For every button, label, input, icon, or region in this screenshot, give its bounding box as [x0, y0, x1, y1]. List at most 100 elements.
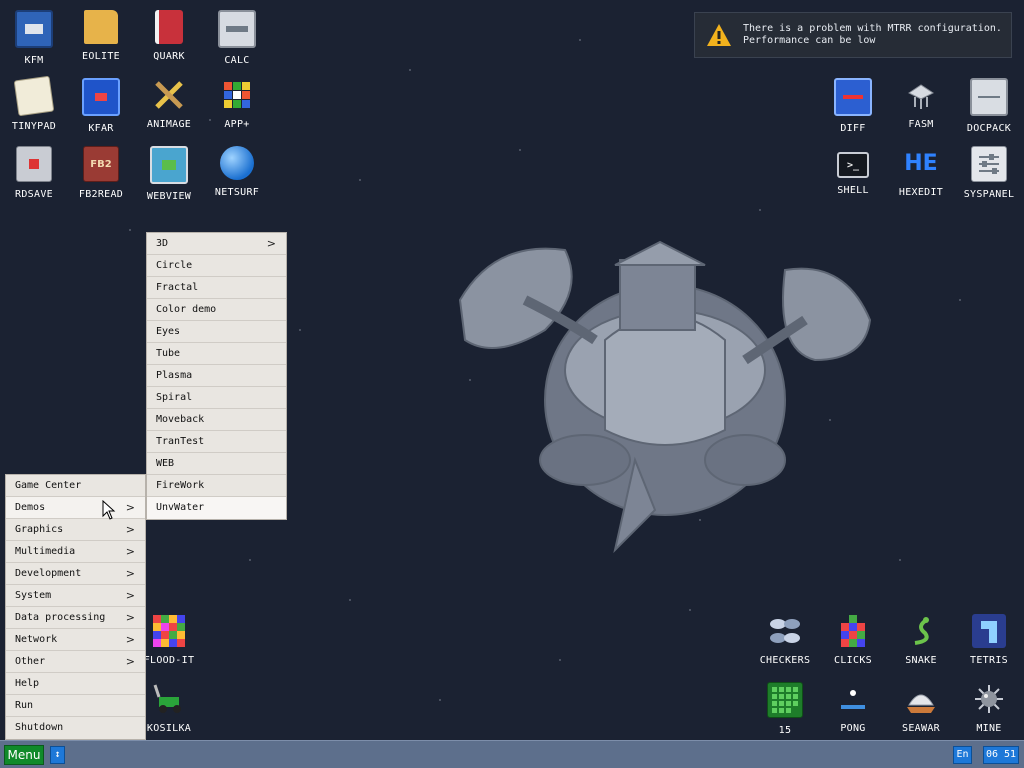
desktop-icon-calc[interactable]: CALC	[203, 4, 271, 72]
icon-label: FLOOD-IT	[143, 655, 195, 666]
submenu-item-plasma[interactable]: Plasma	[147, 365, 286, 387]
menu-item-help[interactable]: Help	[6, 673, 145, 695]
icon-label: KFM	[24, 55, 44, 66]
hex-editor-icon: HE	[904, 150, 938, 176]
menu-item-demos[interactable]: Demos >	[6, 497, 145, 519]
snake-icon	[904, 614, 938, 648]
icon-label: PONG	[840, 723, 866, 734]
submenu-item-moveback[interactable]: Moveback	[147, 409, 286, 431]
desktop-icon-seawar[interactable]: SEAWAR	[887, 676, 955, 744]
icon-label: ANIMAGE	[146, 119, 192, 130]
submenu-item-fractal[interactable]: Fractal	[147, 277, 286, 299]
desktop-icon-mine[interactable]: MINE	[955, 676, 1023, 744]
keyboard-layout-indicator[interactable]: En	[953, 746, 972, 764]
lawnmower-icon	[152, 682, 186, 716]
folder-icon	[84, 10, 118, 44]
desktop-icon-fb2read[interactable]: FB2 FB2READ	[67, 140, 135, 208]
submenu-item-3d[interactable]: 3D >	[147, 233, 286, 255]
submenu-item-spiral[interactable]: Spiral	[147, 387, 286, 409]
desktop-icon-rdsave[interactable]: RDSAVE	[0, 140, 68, 208]
menu-item-system[interactable]: System >	[6, 585, 145, 607]
submenu-item-tube[interactable]: Tube	[147, 343, 286, 365]
dual-panel-icon	[82, 78, 120, 116]
icon-label: KOSILKA	[146, 723, 192, 734]
icon-label: MINE	[976, 723, 1002, 734]
desktop-icon-eolite[interactable]: EOLITE	[67, 4, 135, 72]
menu-item-label: WEB	[156, 458, 175, 469]
menu-item-other[interactable]: Other >	[6, 651, 145, 673]
notification-line-1: There is a problem with MTRR configurati…	[743, 23, 1002, 34]
menu-item-label: Moveback	[156, 414, 205, 425]
desktop-icon-syspanel[interactable]: SYSPANEL	[955, 140, 1023, 208]
submenu-item-web[interactable]: WEB	[147, 453, 286, 475]
assembler-icon	[904, 78, 938, 112]
menu-item-label: System	[15, 590, 52, 601]
notepad-icon	[13, 75, 55, 117]
menu-item-label: TranTest	[156, 436, 205, 447]
menu-item-label: Eyes	[156, 326, 181, 337]
clock[interactable]: 06 51	[983, 746, 1019, 764]
chevron-right-icon: >	[125, 633, 135, 646]
menu-item-shutdown[interactable]: Shutdown	[6, 717, 145, 739]
floppy-disk-icon	[15, 10, 53, 48]
submenu-item-unvwater[interactable]: UnvWater	[147, 497, 286, 519]
desktop-icon-snake[interactable]: SNAKE	[887, 608, 955, 676]
main-menu: Game Center Demos > Graphics > Multimedia >…	[5, 474, 146, 740]
notebook-icon	[155, 10, 183, 44]
desktop-icon-pong[interactable]: PONG	[819, 676, 887, 744]
icon-label: FASM	[908, 119, 934, 130]
menu-item-label: Graphics	[15, 524, 64, 535]
icon-label: SHELL	[837, 185, 869, 196]
menu-item-label: Circle	[156, 260, 193, 271]
desktop-icon-shell[interactable]: >_ SHELL	[819, 140, 887, 208]
menu-item-label: Spiral	[156, 392, 193, 403]
menu-button[interactable]: Menu	[4, 745, 44, 765]
menu-item-network[interactable]: Network >	[6, 629, 145, 651]
desktop-icon-netsurf[interactable]: NETSURF	[203, 140, 271, 208]
menu-item-label: Data processing	[15, 612, 106, 623]
pong-icon	[836, 682, 870, 716]
warning-icon	[707, 24, 731, 46]
notification-line-2: Performance can be low	[743, 35, 876, 46]
desktop-icon-app-plus[interactable]: APP+	[203, 72, 271, 140]
icon-label: DOCPACK	[966, 123, 1012, 134]
desktop-icon-fasm[interactable]: FASM	[887, 72, 955, 140]
chevron-right-icon: >	[125, 523, 135, 536]
color-grid-icon	[152, 614, 186, 648]
desktop-icon-diff[interactable]: DIFF	[819, 72, 887, 140]
desktop-icon-docpack[interactable]: DOCPACK	[955, 72, 1023, 140]
desktop-icon-animage[interactable]: ANIMAGE	[135, 72, 203, 140]
menu-item-label: Fractal	[156, 282, 199, 293]
submenu-item-circle[interactable]: Circle	[147, 255, 286, 277]
desktop-icon-kfm[interactable]: KFM	[0, 4, 68, 72]
chevron-right-icon: >	[125, 589, 135, 602]
desktop-icon-checkers[interactable]: CHECKERS	[751, 608, 819, 676]
mtrr-warning-notification[interactable]: There is a problem with MTRR configurati…	[694, 12, 1012, 58]
submenu-item-trantest[interactable]: TranTest	[147, 431, 286, 453]
icon-label: RDSAVE	[15, 189, 53, 200]
desktop-icon-clicks[interactable]: CLICKS	[819, 608, 887, 676]
icon-label: SEAWAR	[902, 723, 940, 734]
icon-label: DIFF	[840, 123, 866, 134]
menu-item-multimedia[interactable]: Multimedia >	[6, 541, 145, 563]
desktop-icon-15[interactable]: 15	[751, 676, 819, 744]
menu-item-data-processing[interactable]: Data processing >	[6, 607, 145, 629]
minimize-all-toggle-button[interactable]: ↕	[50, 746, 65, 764]
desktop-icon-kfar[interactable]: KFAR	[67, 72, 135, 140]
submenu-item-color-demo[interactable]: Color demo	[147, 299, 286, 321]
desktop-icon-tetris[interactable]: TETRIS	[955, 608, 1023, 676]
submenu-item-firework[interactable]: FireWork	[147, 475, 286, 497]
menu-item-label: Other	[15, 656, 46, 667]
menu-item-run[interactable]: Run	[6, 695, 145, 717]
menu-item-development[interactable]: Development >	[6, 563, 145, 585]
icon-label: TETRIS	[970, 655, 1008, 666]
desktop-icon-quark[interactable]: QUARK	[135, 4, 203, 72]
menu-item-game-center[interactable]: Game Center	[6, 475, 145, 497]
submenu-item-eyes[interactable]: Eyes	[147, 321, 286, 343]
menu-item-graphics[interactable]: Graphics >	[6, 519, 145, 541]
desktop-icon-hexedit[interactable]: HE HEXEDIT	[887, 140, 955, 208]
desktop-icon-tinypad[interactable]: TINYPAD	[0, 72, 68, 140]
wallpaper-planet-art	[458, 240, 872, 554]
menu-item-label: Multimedia	[15, 546, 76, 557]
desktop-icon-webview[interactable]: WEBVIEW	[135, 140, 203, 208]
